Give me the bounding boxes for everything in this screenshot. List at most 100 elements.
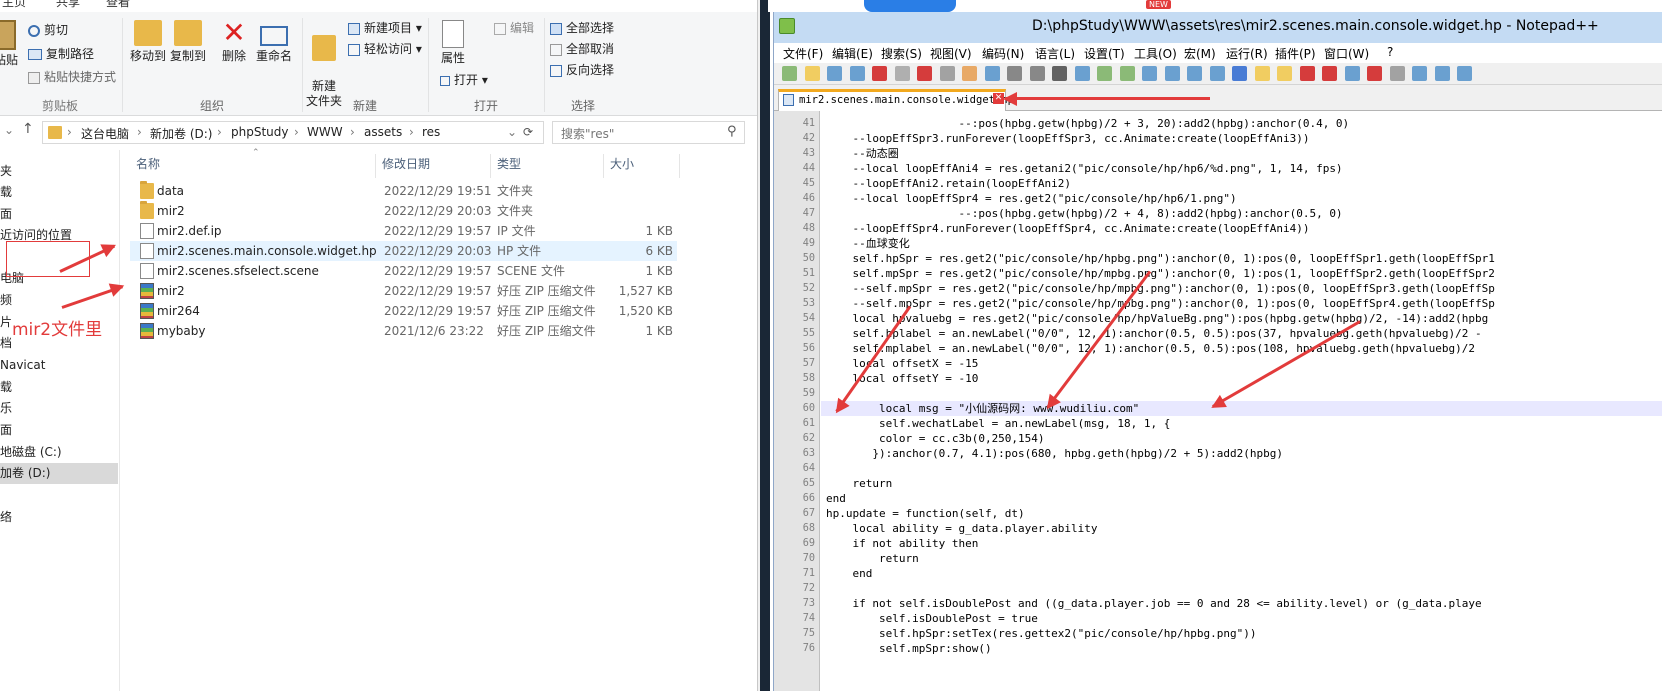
column-header-size[interactable]: 大小 [604, 154, 680, 178]
nav-item[interactable]: 乐 [0, 398, 118, 419]
move-to-button[interactable]: 移动到 [128, 20, 168, 64]
nav-item-selected[interactable]: 加卷 (D:) [0, 463, 118, 484]
toolbar-button[interactable] [1119, 66, 1135, 81]
menu-edit[interactable]: 编辑(E) [832, 45, 873, 62]
breadcrumb-item[interactable]: 新加卷 (D:) [150, 125, 212, 142]
easy-access-button[interactable]: 轻松访问 ▾ [348, 39, 422, 59]
toolbar-button[interactable] [917, 66, 932, 81]
menu-macro[interactable]: 宏(M) [1184, 45, 1216, 62]
menu-window[interactable]: 窗口(W) [1324, 45, 1369, 62]
column-header-type[interactable]: 类型 [491, 154, 604, 178]
paste-shortcut-button[interactable]: 粘贴快捷方式 [28, 67, 116, 87]
chevron-right-icon[interactable]: › [294, 125, 299, 139]
chevron-right-icon[interactable]: › [67, 125, 72, 139]
toolbar-button[interactable] [827, 66, 842, 81]
breadcrumb-item[interactable]: res [422, 125, 440, 139]
chevron-right-icon[interactable]: › [217, 125, 222, 139]
toolbar-button[interactable] [894, 66, 910, 81]
toolbar-button[interactable] [1052, 66, 1067, 81]
tab-view[interactable]: 查看 [106, 0, 130, 10]
toolbar-button[interactable] [1097, 66, 1112, 81]
toolbar-button[interactable] [1299, 66, 1315, 81]
refresh-icon[interactable]: ⟳ [523, 125, 533, 139]
tab-share[interactable]: 共享 [56, 0, 80, 10]
toolbar-button[interactable] [1277, 66, 1292, 81]
search-icon[interactable]: ⚲ [727, 124, 737, 139]
toolbar-button[interactable] [939, 66, 955, 81]
menu-encoding[interactable]: 编码(N) [982, 45, 1024, 62]
chevron-right-icon[interactable]: › [137, 125, 142, 139]
chevron-right-icon[interactable]: › [409, 125, 414, 139]
toolbar-button[interactable] [1187, 66, 1202, 81]
cut-button[interactable]: 剪切 [28, 20, 68, 40]
file-row[interactable]: mybaby 2021/12/6 23:22 好压 ZIP 压缩文件 1 KB [130, 321, 677, 341]
tab-home[interactable]: 主页 [2, 0, 26, 10]
copy-path-button[interactable]: 复制路径 [28, 44, 94, 64]
toolbar-button[interactable] [1164, 66, 1180, 81]
copy-to-button[interactable]: 复制到 [168, 20, 208, 64]
nav-item[interactable]: Navicat [0, 355, 118, 376]
nav-item[interactable]: 面 [0, 420, 118, 441]
breadcrumb-item[interactable]: phpStudy [231, 125, 289, 139]
open-button[interactable]: 打开 ▾ [440, 70, 488, 90]
column-header-date[interactable]: 修改日期 [376, 154, 491, 178]
nav-item[interactable]: 面 [0, 204, 118, 225]
edit-button[interactable]: 编辑 [494, 18, 534, 38]
invert-selection-button[interactable]: 反向选择 [550, 60, 614, 80]
toolbar-button[interactable] [1322, 66, 1337, 81]
menu-run[interactable]: 运行(R) [1226, 45, 1268, 62]
toolbar-button[interactable] [962, 66, 977, 81]
menu-plugins[interactable]: 插件(P) [1275, 45, 1316, 62]
file-row[interactable]: mir2 2022/12/29 19:57 好压 ZIP 压缩文件 1,527 KB [130, 281, 677, 301]
up-arrow-icon[interactable]: ↑ [22, 121, 34, 137]
nav-item[interactable]: 络 [0, 507, 118, 528]
nav-item[interactable]: 夹 [0, 161, 118, 182]
breadcrumb-item[interactable]: assets [364, 125, 402, 139]
toolbar-button[interactable] [1412, 66, 1427, 81]
file-row[interactable]: data 2022/12/29 19:51 文件夹 [130, 181, 677, 201]
delete-button[interactable]: ✕ 删除 [216, 19, 252, 64]
menu-search[interactable]: 搜索(S) [881, 45, 922, 62]
toolbar-button[interactable] [1389, 66, 1405, 81]
file-row[interactable]: mir2.scenes.sfselect.scene 2022/12/29 19:… [130, 261, 677, 281]
toolbar-button[interactable] [1344, 66, 1360, 81]
chevron-right-icon[interactable]: › [350, 125, 355, 139]
search-input[interactable]: 搜索"res" [561, 125, 614, 142]
toolbar-button[interactable] [872, 66, 887, 81]
dropdown-chevron-icon[interactable]: ⌄ [507, 125, 517, 139]
menu-language[interactable]: 语言(L) [1035, 45, 1075, 62]
file-row[interactable]: mir264 2022/12/29 19:57 好压 ZIP 压缩文件 1,520 K… [130, 301, 677, 321]
select-none-button[interactable]: 全部取消 [550, 39, 614, 59]
toolbar-button[interactable] [1232, 66, 1247, 81]
toolbar-button[interactable] [1007, 66, 1022, 81]
toolbar-button[interactable] [1074, 66, 1090, 81]
toolbar-button[interactable] [849, 66, 865, 81]
properties-button[interactable]: 属性 [436, 20, 470, 66]
nav-item[interactable]: 地磁盘 (C:) [0, 442, 118, 463]
toolbar-button[interactable] [782, 66, 797, 81]
breadcrumb-item[interactable]: 这台电脑 [81, 125, 129, 142]
menu-help[interactable]: ? [1387, 45, 1393, 59]
menu-view[interactable]: 视图(V) [930, 45, 972, 62]
chevron-down-icon[interactable]: ⌄ [4, 123, 14, 137]
nav-item[interactable]: 载 [0, 182, 118, 203]
file-row[interactable]: mir2.def.ip 2022/12/29 19:57 IP 文件 1 KB [130, 221, 677, 241]
file-tab[interactable]: mir2.scenes.main.console.widget.hp ✕ [778, 89, 1014, 111]
select-all-button[interactable]: 全部选择 [550, 18, 614, 38]
toolbar-button[interactable] [1209, 66, 1225, 81]
toolbar-button[interactable] [1434, 66, 1450, 81]
toolbar-button[interactable] [1457, 66, 1472, 81]
breadcrumb-item[interactable]: WWW [307, 125, 343, 139]
toolbar-button[interactable] [1029, 66, 1045, 81]
file-row[interactable]: mir2 2022/12/29 20:03 文件夹 [130, 201, 677, 221]
paste-button[interactable]: 粘贴 [0, 20, 20, 68]
new-folder-button[interactable]: 新建 文件夹 [306, 20, 342, 109]
file-row[interactable]: mir2.scenes.main.console.widget.hp 2022/1… [130, 241, 677, 261]
search-box[interactable]: 搜索"res" ⚲ [552, 121, 745, 144]
menu-file[interactable]: 文件(F) [783, 45, 823, 62]
toolbar-button[interactable] [804, 66, 820, 81]
toolbar-button[interactable] [984, 66, 1000, 81]
toolbar-button[interactable] [1367, 66, 1382, 81]
toolbar-button[interactable] [1142, 66, 1157, 81]
nav-item[interactable]: 载 [0, 377, 118, 398]
